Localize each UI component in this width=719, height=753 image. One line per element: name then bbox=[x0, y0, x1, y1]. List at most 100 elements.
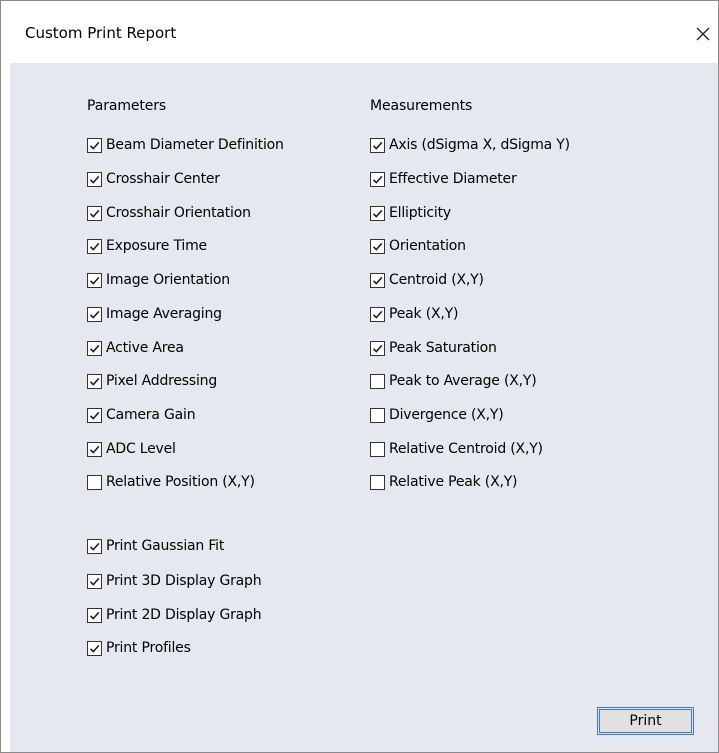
print-button[interactable]: Print bbox=[597, 707, 694, 735]
checkbox-relative-centroid[interactable]: Relative Centroid (X,Y) bbox=[370, 438, 543, 460]
measurements-heading: Measurements bbox=[370, 98, 473, 114]
checkbox-label: Camera Gain bbox=[106, 407, 196, 423]
checkbox-box[interactable] bbox=[87, 573, 102, 589]
checkmark-icon bbox=[372, 242, 383, 251]
checkbox-box[interactable] bbox=[370, 272, 385, 288]
checkbox-label: Active Area bbox=[106, 340, 184, 356]
print-button-label: Print bbox=[629, 713, 662, 729]
checkbox-box[interactable] bbox=[87, 137, 102, 153]
checkbox-box[interactable] bbox=[87, 407, 102, 423]
checkbox-label: Print Gaussian Fit bbox=[106, 538, 225, 554]
checkbox-ellipticity[interactable]: Ellipticity bbox=[370, 202, 451, 224]
checkbox-label: Image Averaging bbox=[106, 306, 222, 322]
checkbox-orientation[interactable]: Orientation bbox=[370, 235, 466, 257]
checkmark-icon bbox=[89, 644, 100, 653]
checkbox-box[interactable] bbox=[370, 238, 385, 254]
checkbox-relative-peak[interactable]: Relative Peak (X,Y) bbox=[370, 471, 518, 493]
checkbox-box[interactable] bbox=[87, 306, 102, 322]
checkbox-beam-diameter-definition[interactable]: Beam Diameter Definition bbox=[87, 134, 284, 156]
checkbox-print-2d-display-graph[interactable]: Print 2D Display Graph bbox=[87, 604, 262, 626]
checkbox-exposure-time[interactable]: Exposure Time bbox=[87, 235, 207, 257]
checkbox-axis[interactable]: Axis (dSigma X, dSigma Y) bbox=[370, 134, 570, 156]
checkbox-label: Exposure Time bbox=[106, 238, 207, 254]
checkbox-peak-to-average[interactable]: Peak to Average (X,Y) bbox=[370, 370, 537, 392]
checkbox-camera-gain[interactable]: Camera Gain bbox=[87, 404, 196, 426]
checkmark-icon bbox=[89, 611, 100, 620]
checkbox-relative-position[interactable]: Relative Position (X,Y) bbox=[87, 471, 255, 493]
checkbox-image-averaging[interactable]: Image Averaging bbox=[87, 303, 222, 325]
checkbox-box[interactable] bbox=[87, 538, 102, 554]
checkmark-icon bbox=[89, 377, 100, 386]
checkbox-label: Peak Saturation bbox=[389, 340, 497, 356]
checkbox-box[interactable] bbox=[370, 441, 385, 457]
checkbox-box[interactable] bbox=[370, 306, 385, 322]
checkbox-crosshair-orientation[interactable]: Crosshair Orientation bbox=[87, 202, 251, 224]
checkbox-effective-diameter[interactable]: Effective Diameter bbox=[370, 168, 517, 190]
checkbox-box[interactable] bbox=[370, 340, 385, 356]
checkmark-icon bbox=[89, 242, 100, 251]
checkbox-box[interactable] bbox=[87, 340, 102, 356]
checkmark-icon bbox=[89, 577, 100, 586]
checkbox-label: Crosshair Center bbox=[106, 171, 220, 187]
checkbox-print-3d-display-graph[interactable]: Print 3D Display Graph bbox=[87, 570, 262, 592]
checkmark-icon bbox=[89, 276, 100, 285]
checkbox-label: Effective Diameter bbox=[389, 171, 517, 187]
checkbox-label: Centroid (X,Y) bbox=[389, 272, 484, 288]
checkmark-icon bbox=[89, 411, 100, 420]
checkbox-box[interactable] bbox=[87, 607, 102, 623]
checkbox-box[interactable] bbox=[370, 137, 385, 153]
checkmark-icon bbox=[89, 542, 100, 551]
window-title: Custom Print Report bbox=[25, 24, 177, 42]
checkbox-centroid[interactable]: Centroid (X,Y) bbox=[370, 269, 484, 291]
checkbox-label: ADC Level bbox=[106, 441, 176, 457]
checkmark-icon bbox=[89, 209, 100, 218]
checkbox-box[interactable] bbox=[87, 441, 102, 457]
checkbox-box[interactable] bbox=[87, 474, 102, 490]
checkmark-icon bbox=[89, 175, 100, 184]
checkbox-active-area[interactable]: Active Area bbox=[87, 337, 184, 359]
checkbox-peak-saturation[interactable]: Peak Saturation bbox=[370, 337, 497, 359]
checkbox-box[interactable] bbox=[370, 373, 385, 389]
checkbox-pixel-addressing[interactable]: Pixel Addressing bbox=[87, 370, 217, 392]
checkmark-icon bbox=[89, 141, 100, 150]
checkbox-box[interactable] bbox=[87, 272, 102, 288]
checkbox-divergence[interactable]: Divergence (X,Y) bbox=[370, 404, 504, 426]
checkbox-label: Pixel Addressing bbox=[106, 373, 218, 389]
title-bar: Custom Print Report bbox=[1, 1, 718, 63]
parameters-heading: Parameters bbox=[87, 98, 167, 114]
checkbox-label: Print 2D Display Graph bbox=[106, 607, 262, 623]
checkbox-box[interactable] bbox=[87, 238, 102, 254]
checkmark-icon bbox=[89, 445, 100, 454]
checkbox-print-profiles[interactable]: Print Profiles bbox=[87, 637, 191, 659]
checkbox-crosshair-center[interactable]: Crosshair Center bbox=[87, 168, 220, 190]
checkmark-icon bbox=[89, 310, 100, 319]
checkbox-box[interactable] bbox=[87, 205, 102, 221]
checkbox-print-gaussian-fit[interactable]: Print Gaussian Fit bbox=[87, 535, 224, 557]
checkbox-box[interactable] bbox=[87, 171, 102, 187]
checkmark-icon bbox=[372, 209, 383, 218]
checkbox-label: Divergence (X,Y) bbox=[389, 407, 504, 423]
checkbox-image-orientation[interactable]: Image Orientation bbox=[87, 269, 230, 291]
checkbox-label: Peak (X,Y) bbox=[389, 306, 459, 322]
checkbox-label: Crosshair Orientation bbox=[106, 205, 251, 221]
checkbox-label: Print 3D Display Graph bbox=[106, 573, 262, 589]
checkbox-box[interactable] bbox=[370, 205, 385, 221]
checkbox-box[interactable] bbox=[370, 171, 385, 187]
checkbox-peak[interactable]: Peak (X,Y) bbox=[370, 303, 458, 325]
checkbox-label: Orientation bbox=[389, 238, 466, 254]
checkbox-box[interactable] bbox=[370, 474, 385, 490]
checkbox-label: Relative Peak (X,Y) bbox=[389, 474, 518, 490]
checkmark-icon bbox=[372, 310, 383, 319]
checkbox-label: Relative Position (X,Y) bbox=[106, 474, 255, 490]
checkbox-label: Beam Diameter Definition bbox=[106, 137, 284, 153]
checkbox-label: Image Orientation bbox=[106, 272, 230, 288]
checkbox-box[interactable] bbox=[370, 407, 385, 423]
checkbox-adc-level[interactable]: ADC Level bbox=[87, 438, 176, 460]
checkmark-icon bbox=[372, 276, 383, 285]
close-icon[interactable] bbox=[688, 19, 718, 49]
checkbox-box[interactable] bbox=[87, 373, 102, 389]
checkbox-box[interactable] bbox=[87, 640, 102, 656]
checkmark-icon bbox=[372, 175, 383, 184]
checkmark-icon bbox=[372, 141, 383, 150]
checkbox-label: Relative Centroid (X,Y) bbox=[389, 441, 543, 457]
